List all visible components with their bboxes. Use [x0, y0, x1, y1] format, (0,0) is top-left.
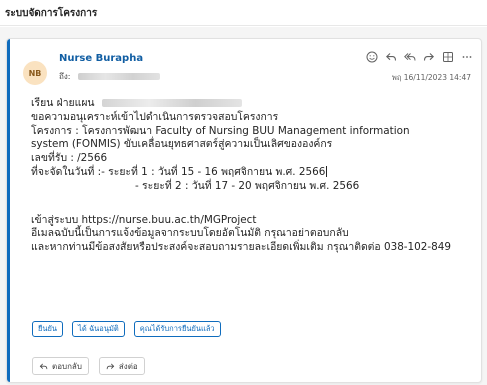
project-line-1: โครงการ : โครงการพัฒนา Faculty of Nursin…	[31, 124, 410, 137]
avatar[interactable]: NB	[23, 61, 47, 85]
recipient-row: ถึง:	[59, 70, 161, 83]
selected-accent-bar	[7, 39, 10, 382]
apps-icon[interactable]	[440, 49, 456, 65]
schedule-phase-1: ที่จะจัดในวันที่ :- ระยะที่ 1 : วันที่ 1…	[31, 165, 326, 178]
forward-label: ส่งต่อ	[118, 361, 138, 371]
reply-icon	[39, 363, 48, 369]
forward-button[interactable]: ส่งต่อ	[98, 357, 145, 375]
to-label: ถึง:	[59, 72, 71, 81]
auto-notice-line: อีเมลฉบับนี้เป็นการแจ้งข้อมูลจากระบบโดยอ…	[31, 227, 349, 240]
emoji-icon[interactable]	[364, 49, 380, 65]
schedule-line-2: - ระยะที่ 2 : วันที่ 17 - 20 พฤศจิกายน พ…	[135, 179, 360, 192]
suggested-replies: ยืนยัน ได้ ฉันอนุมัติ คุณได้รับการยืนยัน…	[32, 321, 221, 337]
receipt-number-line: เลขที่รับ : /2566	[31, 152, 108, 165]
forward-icon[interactable]	[421, 49, 437, 65]
message-timestamp: พฤ 16/11/2023 14:47	[391, 73, 471, 82]
reply-all-icon[interactable]	[402, 49, 418, 65]
reply-button[interactable]: ตอบกลับ	[32, 357, 89, 375]
request-line: ขอความอนุเคราะห์เข้าไปดำเนินการตรวจสอบโค…	[31, 110, 279, 123]
greeting-text: เรียน ฝ่ายแผน	[31, 97, 95, 109]
reply-icon[interactable]	[383, 49, 399, 65]
thread-title: ระบบจัดการโครงการ	[0, 0, 487, 26]
suggested-reply-confirmed[interactable]: คุณได้รับการยืนยันแล้ว	[133, 321, 221, 337]
access-line[interactable]: เข้าสู่ระบบ https://nurse.buu.ac.th/MGPr…	[31, 214, 471, 228]
sender-name[interactable]: Nurse Burapha	[59, 53, 143, 64]
suggested-reply-approve[interactable]: ได้ ฉันอนุมัติ	[72, 321, 125, 337]
redacted-name	[101, 99, 242, 107]
schedule-line-1: ที่จะจัดในวันที่ :- ระยะที่ 1 : วันที่ 1…	[31, 166, 471, 180]
recipient-redacted[interactable]	[78, 73, 161, 80]
more-icon[interactable]	[459, 49, 475, 65]
greeting-line: เรียน ฝ่ายแผน	[31, 97, 471, 111]
message-card: NB Nurse Burapha ถึง: พฤ 16/11/2023 14:4…	[6, 38, 482, 383]
reply-label: ตอบกลับ	[52, 361, 82, 371]
reply-actions: ตอบกลับ ส่งต่อ	[32, 357, 145, 375]
project-line-2: system (FONMIS) ขับเคลื่อนยุทธศาสตร์สู่ค…	[31, 138, 333, 151]
forward-icon	[106, 363, 115, 369]
text-caret	[326, 166, 328, 178]
contact-line: และหากท่านมีข้อสงสัยหรือประสงค์จะสอบถามร…	[31, 241, 451, 254]
message-actions	[364, 49, 475, 65]
suggested-reply-confirm[interactable]: ยืนยัน	[32, 321, 64, 337]
message-body: เรียน ฝ่ายแผน ขอความอนุเคราะห์เข้าไปดำเน…	[31, 97, 471, 255]
